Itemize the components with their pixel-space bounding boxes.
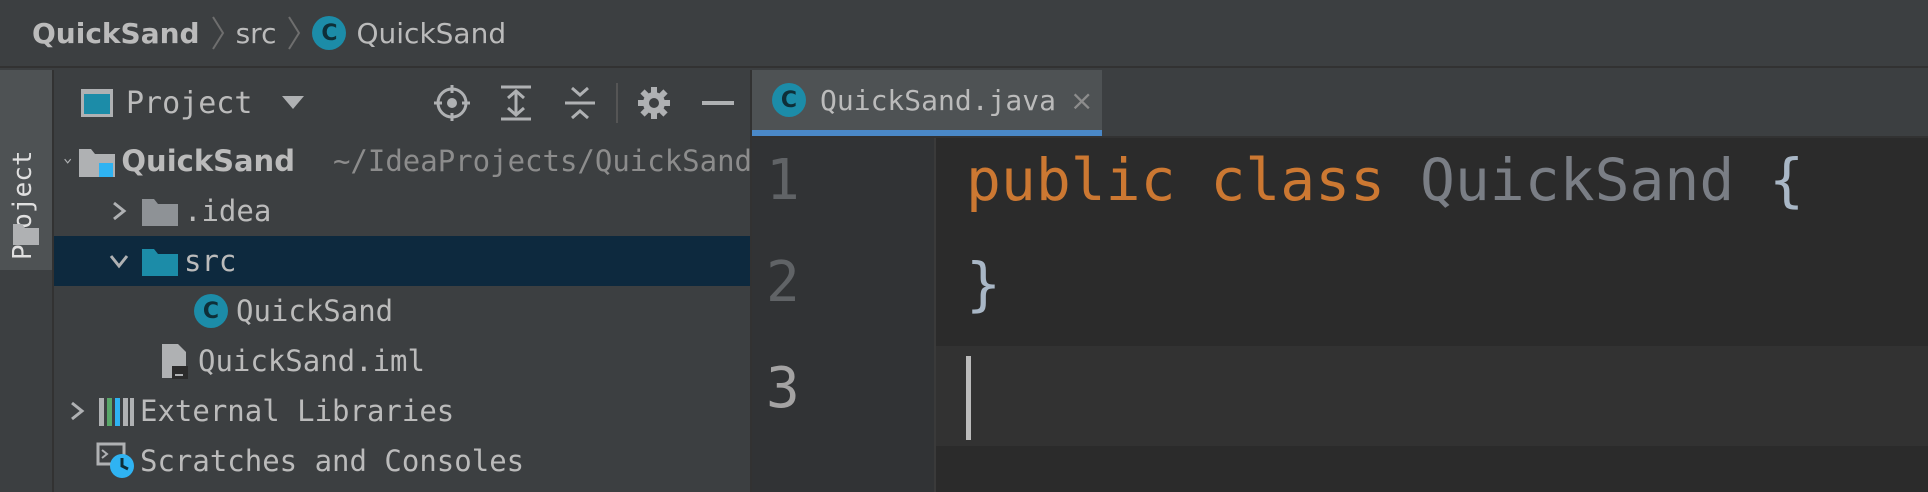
class-icon: C	[194, 294, 228, 328]
line-number-gutter: 1 2 3	[752, 138, 936, 492]
close-icon[interactable]: ×	[1070, 84, 1093, 117]
source-folder-icon	[140, 241, 180, 281]
toolbar-divider	[616, 83, 618, 123]
chevron-down-icon[interactable]	[62, 146, 73, 176]
locate-icon	[434, 85, 470, 121]
line-number: 2	[766, 250, 800, 315]
tab-label: QuickSand.java	[820, 83, 1057, 117]
line-number-current: 3	[766, 356, 800, 421]
project-tool-tab[interactable]: Project	[0, 70, 52, 270]
folder-icon	[140, 191, 180, 231]
chevron-right-icon	[288, 16, 301, 50]
project-panel-header: Project	[54, 70, 750, 136]
line-number: 1	[766, 148, 800, 213]
settings-button[interactable]	[622, 70, 686, 136]
tree-item-iml-file[interactable]: QuickSand.iml	[54, 336, 750, 386]
minimize-icon	[702, 101, 734, 105]
class-name-token: QuickSand	[1419, 146, 1735, 214]
module-folder-icon	[77, 141, 117, 181]
breadcrumb: QuickSand src C QuickSand	[0, 0, 1928, 68]
tool-window-strip: Project	[0, 70, 54, 492]
brace-token: }	[966, 250, 1001, 318]
project-panel-title: Project	[126, 85, 253, 121]
tree-item-idea-folder[interactable]: .idea	[54, 186, 750, 236]
tree-item-path-hint: ~/IdeaProjects/QuickSand	[332, 144, 752, 178]
tree-item-src-folder[interactable]: src	[54, 236, 750, 286]
tree-item-label: .idea	[184, 194, 272, 228]
project-tree: QuickSand ~/IdeaProjects/QuickSand .idea	[54, 136, 752, 486]
chevron-right-icon	[211, 16, 224, 50]
chevron-right-icon[interactable]	[62, 396, 92, 426]
folder-icon	[13, 224, 39, 245]
class-icon: C	[312, 16, 347, 50]
project-view-selector[interactable]: Project	[80, 85, 305, 121]
keyword-token: class	[1210, 146, 1386, 214]
collapse-all-icon	[565, 86, 595, 120]
code-area[interactable]: public class QuickSand { }	[936, 138, 1928, 492]
tree-item-label: QuickSand	[236, 294, 394, 328]
collapse-all-button[interactable]	[548, 70, 612, 136]
chevron-right-icon[interactable]	[104, 196, 134, 226]
tree-item-label: Scratches and Consoles	[140, 444, 525, 478]
breadcrumb-label: QuickSand	[32, 16, 200, 50]
locate-button[interactable]	[420, 70, 484, 136]
project-window-icon	[81, 89, 113, 117]
libraries-icon	[96, 391, 136, 431]
breadcrumb-item-project[interactable]: QuickSand	[32, 17, 200, 50]
current-line-highlight	[936, 346, 1928, 446]
class-icon: C	[772, 83, 806, 117]
project-panel: Project QuickSand ~/IdeaProjects/QuickSa…	[54, 70, 752, 492]
breadcrumb-label: src	[235, 16, 277, 50]
text-caret	[966, 356, 971, 440]
tree-item-label: QuickSand.iml	[198, 344, 425, 378]
iml-file-icon	[154, 341, 194, 381]
keyword-token: public	[966, 146, 1176, 214]
tree-item-scratches[interactable]: Scratches and Consoles	[54, 436, 750, 486]
gear-icon	[638, 87, 670, 119]
scratches-icon	[96, 441, 136, 481]
breadcrumb-label: QuickSand	[356, 16, 507, 50]
tree-item-quicksand-module[interactable]: QuickSand ~/IdeaProjects/QuickSand	[54, 136, 752, 186]
chevron-down-icon[interactable]	[104, 246, 134, 276]
tree-item-quicksand-class[interactable]: C QuickSand	[54, 286, 750, 336]
tree-item-label: QuickSand	[121, 144, 295, 178]
editor: C QuickSand.java × 1 2 3 public class Qu…	[752, 70, 1928, 492]
editor-tab-bar: C QuickSand.java ×	[752, 70, 1928, 138]
code-line-2: }	[966, 250, 1001, 318]
expand-all-button[interactable]	[484, 70, 548, 136]
tree-item-external-libraries[interactable]: External Libraries	[54, 386, 750, 436]
project-panel-toolbar	[420, 70, 750, 136]
hide-button[interactable]	[686, 70, 750, 136]
tree-item-label: External Libraries	[140, 394, 455, 428]
expand-all-icon	[501, 85, 531, 121]
tree-item-label: src	[184, 244, 237, 278]
code-line-1: public class QuickSand {	[966, 146, 1804, 214]
breadcrumb-item-class[interactable]: C QuickSand	[312, 16, 506, 50]
tab-quicksand-java[interactable]: C QuickSand.java ×	[752, 70, 1102, 136]
chevron-down-icon	[282, 96, 305, 109]
breadcrumb-item-src[interactable]: src	[236, 17, 277, 50]
brace-token: {	[1769, 146, 1805, 214]
